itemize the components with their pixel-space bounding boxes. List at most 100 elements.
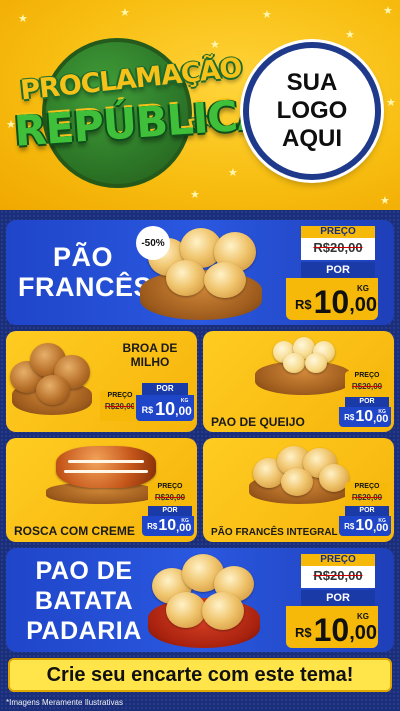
star-icon: ★ [386, 97, 396, 109]
discount-badge: -50% [136, 226, 170, 260]
logo-text-1: SUA [286, 69, 338, 96]
product-name-line: PÃO FRANCÊS INTEGRAL [211, 527, 338, 538]
event-title-badge: PROCLAMAÇÃO DA REPÚBLICA [12, 28, 270, 188]
por-label: POR [345, 506, 389, 516]
unit: KG [181, 518, 189, 524]
price-integer: 10 [313, 612, 350, 648]
product-name-line: ROSCA COM CREME [14, 524, 135, 538]
product-name: PAO DE BATATA PADARIA [14, 556, 154, 646]
price-decimal: ,00 [349, 294, 378, 316]
product-card-rosca-com-creme: ROSCA COM CREME PREÇO R$20,00 POR R$ 10 … [6, 438, 197, 542]
currency: R$ [294, 625, 312, 640]
logo-text-3: AQUI [282, 125, 342, 152]
currency: R$ [294, 297, 312, 312]
product-name-line: PAO DE QUEIJO [211, 415, 305, 429]
unit: KG [378, 409, 386, 415]
price-label: PREÇO [354, 372, 380, 379]
new-price: R$ 10 ,00 KG [337, 407, 393, 429]
disclaimer-text: *Imagens Meramente Ilustrativas [6, 698, 123, 707]
logo-text-2: LOGO [276, 97, 348, 124]
por-label: POR [148, 506, 192, 516]
bread-image [305, 353, 327, 373]
bread-image [36, 375, 70, 405]
product-card-pao-frances-integral: PÃO FRANCÊS INTEGRAL PREÇO R$20,00 POR R… [203, 438, 394, 542]
new-price: R$ 10 ,00 KG [134, 395, 196, 423]
price-decimal: ,00 [349, 622, 378, 644]
price-label: PREÇO [301, 554, 375, 566]
cream-drizzle [68, 460, 144, 463]
bread-image [166, 592, 206, 628]
old-price: R$20,00 [154, 493, 186, 502]
bread-image [56, 446, 156, 488]
por-label: POR [142, 383, 188, 395]
por-label: POR [345, 397, 389, 407]
currency: R$ [344, 522, 355, 531]
logo-placeholder: SUA LOGO AQUI [243, 42, 381, 180]
star-icon: ★ [190, 189, 200, 201]
por-label: POR [301, 590, 375, 606]
price-integer: 10 [355, 517, 374, 534]
old-price: R$20,00 [351, 493, 383, 502]
price-integer: 10 [313, 284, 350, 320]
new-price: R$ 10 ,00 KG [286, 606, 378, 648]
star-icon: ★ [380, 195, 390, 207]
product-card-pao-frances: PÃO FRANCÊS -50% PREÇO R$20,00 POR R$ 10… [6, 220, 394, 325]
new-price: R$ 10 ,00 KG [337, 516, 393, 538]
old-price: R$20,00 [313, 568, 363, 583]
bread-image [281, 468, 313, 496]
product-name-line: PAO DE [35, 557, 133, 585]
product-name: PÃO FRANCÊS INTEGRAL [211, 526, 341, 540]
old-price-tag: PREÇO R$20,00 [301, 554, 375, 588]
unit: KG [357, 284, 370, 293]
price-integer: 10 [158, 517, 177, 534]
product-name: PÃO FRANCÊS [18, 242, 153, 302]
old-price-tag: PREÇO R$20,00 [345, 371, 389, 397]
cream-drizzle [64, 470, 148, 473]
star-icon: ★ [383, 5, 393, 17]
product-name-line: PÃO [52, 242, 113, 272]
price-integer: 10 [355, 408, 374, 425]
old-price: R$20,00 [313, 240, 363, 255]
bread-image [166, 260, 206, 296]
old-price-tag: PREÇO R$20,00 [345, 482, 389, 508]
price-label: PREÇO [301, 226, 375, 238]
old-price-tag: PREÇO R$20,00 [148, 482, 192, 508]
unit: KG [180, 398, 189, 404]
currency: R$ [141, 405, 154, 415]
unit: KG [357, 612, 370, 621]
product-name: PAO DE QUEIJO [211, 415, 335, 429]
old-price: R$20,00 [351, 382, 383, 391]
old-price-tag: PREÇO R$20,00 [301, 226, 375, 260]
product-card-pao-de-batata: PAO DE BATATA PADARIA PREÇO R$20,00 POR … [6, 548, 394, 652]
por-label: POR [301, 262, 375, 278]
product-name-line: MILHO [130, 355, 170, 369]
bread-image [283, 353, 305, 373]
currency: R$ [147, 522, 158, 531]
price-decimal: ,00 [175, 404, 192, 418]
price-label: PREÇO [354, 483, 380, 490]
bread-image [202, 592, 244, 630]
cta-banner: Crie seu encarte com este tema! [8, 658, 392, 692]
flyer-page: ★ ★ ★ ★ ★ ★ ★ ★ ★ ★ ★ PROCLAMAÇÃO DA REP… [0, 0, 400, 711]
product-name-line: BATATA [34, 587, 134, 615]
unit: KG [378, 518, 386, 524]
product-card-broa-de-milho: BROA DE MILHO PREÇO R$20,00 POR R$ 10 ,0… [6, 331, 197, 432]
star-icon: ★ [345, 29, 355, 41]
new-price: R$ 10 ,00 KG [140, 516, 196, 538]
new-price: R$ 10 ,00 KG [286, 278, 378, 320]
product-name-line: BROA DE [122, 341, 178, 355]
star-icon: ★ [228, 167, 238, 179]
product-card-pao-de-queijo: PAO DE QUEIJO PREÇO R$20,00 POR R$ 10 ,0… [203, 331, 394, 432]
product-name-line: FRANCÊS [18, 272, 153, 302]
bread-image [204, 262, 246, 298]
product-name: BROA DE MILHO [110, 341, 190, 369]
product-name: ROSCA COM CREME [14, 524, 144, 538]
price-label: PREÇO [157, 483, 183, 490]
price-integer: 10 [155, 399, 176, 419]
product-name-line: PADARIA [26, 617, 142, 645]
star-icon: ★ [262, 9, 272, 21]
header-banner: ★ ★ ★ ★ ★ ★ ★ ★ ★ ★ ★ PROCLAMAÇÃO DA REP… [0, 0, 400, 210]
star-icon: ★ [120, 7, 130, 19]
star-icon: ★ [18, 13, 28, 25]
currency: R$ [344, 413, 355, 422]
